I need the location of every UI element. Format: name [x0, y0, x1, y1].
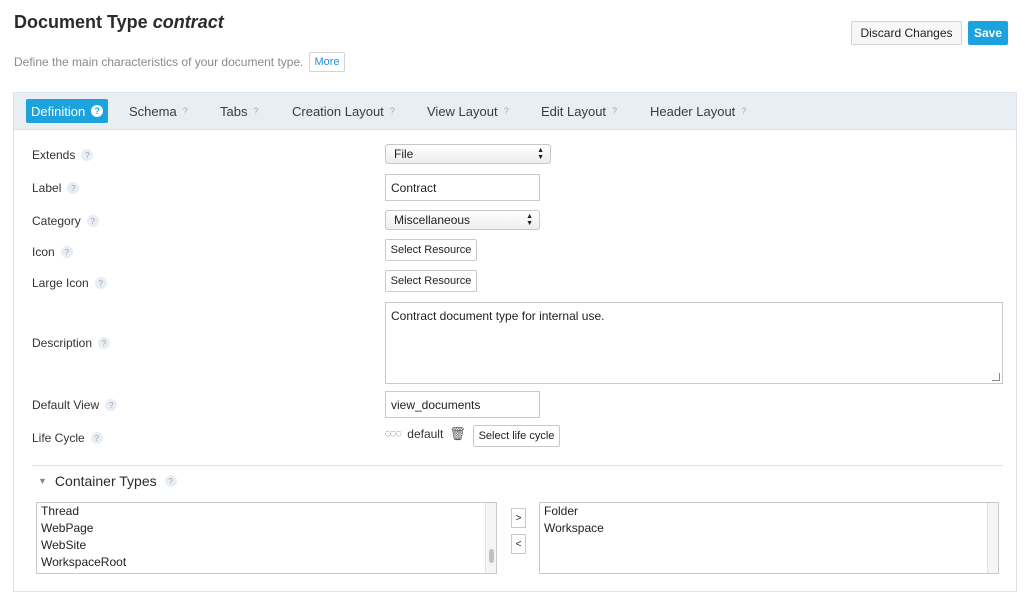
help-icon[interactable]: ? [390, 106, 395, 116]
page-subtitle: Define the main characteristics of your … [14, 52, 345, 72]
life-cycle-value: default [407, 427, 444, 441]
list-item[interactable]: WebSite [37, 537, 496, 554]
tab-header-layout[interactable]: Header Layout ? [645, 99, 751, 123]
category-select[interactable]: Miscellaneous ▲ ▼ [385, 210, 540, 230]
page-title: Document Type contract [14, 12, 224, 33]
tab-tabs[interactable]: Tabs ? [215, 99, 263, 123]
help-icon[interactable]: ? [98, 337, 111, 349]
tab-view-layout-label: View Layout [427, 103, 498, 119]
life-cycle-value-group: ◌◌◌ default 🗑 [385, 426, 466, 442]
large-icon-label: Large Icon [32, 276, 89, 290]
list-item[interactable]: Folder [540, 503, 998, 520]
available-container-types-list[interactable]: Thread WebPage WebSite WorkspaceRoot [36, 502, 497, 574]
more-button[interactable]: More [309, 52, 345, 72]
resize-grip-icon[interactable] [992, 373, 1000, 381]
help-icon[interactable]: ? [612, 106, 617, 116]
life-cycle-label: Life Cycle [32, 431, 85, 445]
subtitle-text: Define the main characteristics of your … [14, 55, 304, 69]
add-container-type-button[interactable]: > [511, 508, 526, 528]
title-prefix: Document Type [14, 12, 153, 32]
tab-view-layout[interactable]: View Layout ? [422, 99, 514, 123]
help-icon[interactable]: ? [91, 105, 104, 117]
default-view-label: Default View [32, 398, 100, 412]
tab-definition-label: Definition [31, 103, 86, 119]
help-icon[interactable]: ? [105, 399, 118, 411]
container-types-title: Container Types [54, 473, 157, 489]
tab-edit-layout-label: Edit Layout [541, 103, 607, 119]
tab-schema-label: Schema [129, 103, 177, 119]
extends-row-label: Extends ? [32, 148, 94, 162]
help-icon[interactable]: ? [81, 149, 94, 161]
tab-creation-layout[interactable]: Creation Layout ? [287, 99, 400, 123]
help-icon[interactable]: ? [504, 106, 509, 116]
help-icon[interactable]: ? [60, 246, 73, 258]
extends-select[interactable]: File ▲ ▼ [385, 144, 551, 164]
tab-edit-layout[interactable]: Edit Layout ? [536, 99, 622, 123]
list-item[interactable]: Thread [37, 503, 496, 520]
default-view-input[interactable]: view_documents [385, 391, 540, 418]
category-value: Miscellaneous [394, 213, 471, 227]
list-item[interactable]: Workspace [540, 520, 998, 537]
icon-select-resource-button[interactable]: Select Resource [385, 239, 477, 261]
help-icon[interactable]: ? [741, 106, 746, 116]
large-icon-row-label: Large Icon ? [32, 276, 107, 290]
select-arrows-icon: ▲ ▼ [537, 147, 544, 161]
life-cycle-row-label: Life Cycle ? [32, 431, 103, 445]
description-row-label: Description ? [32, 336, 111, 350]
category-row-label: Category ? [32, 214, 99, 228]
extends-value: File [394, 147, 414, 161]
description-label: Description [32, 336, 93, 350]
tab-tabs-label: Tabs [220, 103, 248, 119]
tab-header-layout-label: Header Layout [650, 103, 736, 119]
select-life-cycle-button[interactable]: Select life cycle [473, 425, 560, 447]
discard-changes-button[interactable]: Discard Changes [851, 21, 962, 45]
select-arrows-icon: ▲ ▼ [526, 213, 533, 227]
save-button[interactable]: Save [968, 21, 1008, 45]
default-view-row-label: Default View ? [32, 398, 118, 412]
lifecycle-icon: ◌◌◌ [385, 429, 402, 439]
description-value: Contract document type for internal use. [391, 309, 605, 323]
list-item[interactable]: WorkspaceRoot [37, 554, 496, 571]
help-icon[interactable]: ? [253, 106, 258, 116]
list-item[interactable]: WebPage [37, 520, 496, 537]
category-label: Category [32, 214, 81, 228]
help-icon[interactable]: ? [86, 215, 99, 227]
list-scrollbar[interactable] [485, 503, 496, 573]
selected-container-types-list[interactable]: Folder Workspace [539, 502, 999, 574]
label-label: Label [32, 181, 62, 195]
help-icon[interactable]: ? [94, 277, 107, 289]
scrollbar-thumb[interactable] [489, 549, 494, 563]
list-scrollbar[interactable] [987, 503, 998, 573]
help-icon[interactable]: ? [67, 182, 80, 194]
remove-container-type-button[interactable]: < [511, 534, 526, 554]
tab-bar: Definition ? Schema ? Tabs ? Creation La… [14, 93, 1016, 130]
definition-panel: Definition ? Schema ? Tabs ? Creation La… [13, 92, 1017, 592]
help-icon[interactable]: ? [90, 432, 103, 444]
section-divider [32, 465, 1003, 466]
icon-label: Icon [32, 245, 55, 259]
tab-definition[interactable]: Definition ? [26, 99, 109, 123]
collapse-triangle-icon[interactable]: ▼ [38, 476, 47, 486]
container-types-heading[interactable]: ▼ Container Types ? [38, 473, 177, 489]
help-icon[interactable]: ? [164, 475, 177, 487]
extends-label: Extends [32, 148, 76, 162]
trash-icon[interactable]: 🗑 [449, 426, 466, 442]
large-icon-select-resource-button[interactable]: Select Resource [385, 270, 477, 292]
help-icon[interactable]: ? [183, 106, 188, 116]
title-doctype-name: contract [152, 12, 224, 32]
description-textarea[interactable]: Contract document type for internal use. [385, 302, 1003, 384]
label-input[interactable]: Contract [385, 174, 540, 201]
label-row-label: Label ? [32, 181, 80, 195]
tab-creation-layout-label: Creation Layout [292, 103, 384, 119]
icon-row-label: Icon ? [32, 245, 73, 259]
tab-schema[interactable]: Schema ? [124, 99, 193, 123]
